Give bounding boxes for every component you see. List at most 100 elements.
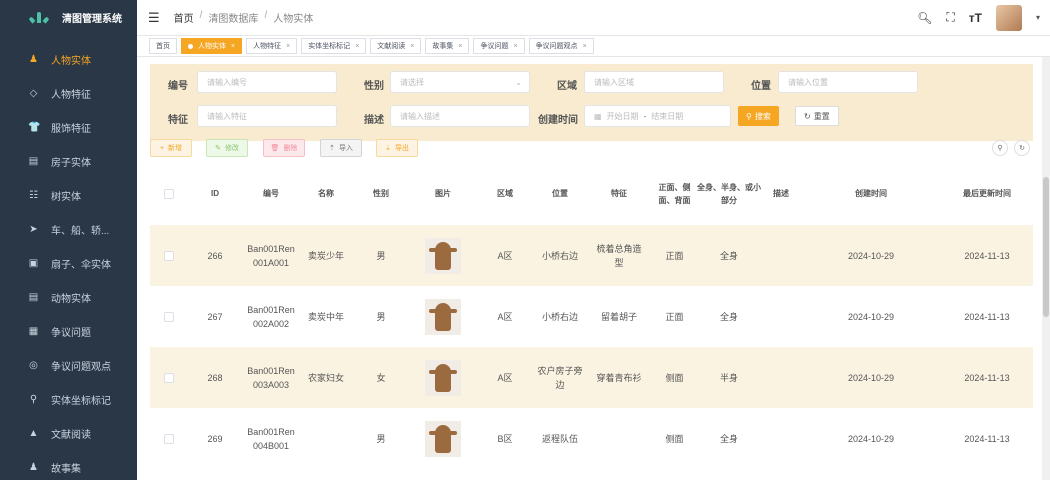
- cell-id-text: 269: [207, 433, 223, 444]
- cell-id-text: 266: [207, 250, 223, 261]
- sidebar-item[interactable]: ▲ 文献阅读: [0, 416, 137, 450]
- tag-item[interactable]: 故事集 ×: [425, 38, 470, 54]
- import-button[interactable]: ⇡ 导入: [320, 139, 362, 157]
- search-icon[interactable]: 🔍︎: [917, 11, 932, 25]
- header-image[interactable]: 图片: [410, 187, 476, 200]
- gender-select[interactable]: 请选择 ⌄: [390, 71, 530, 93]
- sidebar-item-label: 车、船、轿...: [51, 225, 110, 237]
- tag-item[interactable]: 首页: [149, 38, 177, 54]
- font-size-icon[interactable]: тT: [969, 11, 982, 25]
- row-checkbox[interactable]: [164, 311, 174, 322]
- header-gender[interactable]: 性别: [352, 187, 410, 200]
- row-checkbox[interactable]: [164, 372, 174, 383]
- header-desc[interactable]: 描述: [761, 187, 801, 200]
- tag-label: 首页: [156, 43, 170, 50]
- header-name[interactable]: 名称: [300, 187, 352, 200]
- fullscreen-icon[interactable]: ⛶: [946, 10, 954, 25]
- header-body[interactable]: 全身、半身、或小部分: [697, 181, 761, 207]
- chevron-down-icon: ⌄: [515, 77, 522, 87]
- header-updated[interactable]: 最后更新时间: [941, 187, 1033, 200]
- table-row[interactable]: 268 Ban001Ren003A003 农家妇女 女 A区 农户房子旁边 穿着青布衫 侧面 半…: [150, 347, 1033, 408]
- cell-code-text: Ban001Ren003A003: [247, 365, 295, 390]
- close-icon[interactable]: ×: [458, 43, 462, 50]
- sidebar-item[interactable]: ♟ 故事集: [0, 450, 137, 480]
- figure-thumbnail[interactable]: [425, 237, 461, 274]
- tag-item[interactable]: 争议问题 ×: [473, 38, 525, 54]
- avatar[interactable]: [995, 4, 1022, 31]
- close-icon[interactable]: ×: [583, 43, 587, 50]
- close-icon[interactable]: ×: [286, 43, 290, 50]
- close-icon[interactable]: ×: [513, 43, 517, 50]
- desc-input[interactable]: 请输入描述: [390, 105, 530, 127]
- row-checkbox[interactable]: [164, 250, 174, 261]
- cell-created: 2024-10-29: [801, 371, 941, 385]
- row-checkbox[interactable]: [164, 433, 174, 444]
- close-icon[interactable]: ×: [410, 43, 414, 50]
- top-bar: ☰ 首页 / 清图数据库 / 人物实体 🔍︎ ⛶ тT ▾: [137, 0, 1050, 35]
- sidebar-item[interactable]: ▦ 争议问题: [0, 314, 137, 348]
- header-area[interactable]: 区域: [476, 187, 534, 200]
- sidebar-item[interactable]: ▤ 动物实体: [0, 280, 137, 314]
- tag-item[interactable]: 人物特征 ×: [246, 38, 298, 54]
- feature-input[interactable]: 请输入特征: [197, 105, 337, 127]
- sidebar-item-label: 实体坐标标记: [51, 395, 111, 407]
- close-icon[interactable]: ×: [231, 43, 235, 50]
- delete-button[interactable]: 🗑︎ 删除: [263, 139, 305, 157]
- sidebar-item[interactable]: ▣ 扇子、伞实体: [0, 246, 137, 280]
- figure-thumbnail[interactable]: [425, 420, 461, 457]
- add-button[interactable]: + 新增: [150, 139, 192, 157]
- search-button[interactable]: ⚲ 搜索: [738, 106, 779, 126]
- close-icon[interactable]: ×: [355, 43, 359, 50]
- breadcrumb-separator: /: [199, 10, 203, 21]
- story-icon: ♟: [29, 461, 38, 473]
- sidebar-item[interactable]: ▤ 房子实体: [0, 144, 137, 178]
- scrollbar-thumb[interactable]: [1043, 177, 1049, 317]
- header-id[interactable]: ID: [188, 187, 242, 200]
- cell-updated-text: 2024-11-13: [964, 372, 1010, 383]
- tag-item[interactable]: 人物实体 ×: [181, 38, 243, 54]
- chevron-down-icon[interactable]: ▾: [1036, 13, 1040, 22]
- toggle-search-icon[interactable]: ⚲: [992, 140, 1008, 156]
- position-input[interactable]: 请输入位置: [778, 71, 918, 93]
- tag-item[interactable]: 实体坐标标记 ×: [301, 38, 367, 54]
- refresh-icon[interactable]: ↻: [1014, 140, 1030, 156]
- cell-created-text: 2024-10-29: [847, 311, 895, 322]
- sidebar-item[interactable]: ♟ 人物实体: [0, 42, 137, 76]
- header-feature[interactable]: 特征: [586, 187, 652, 200]
- header-created[interactable]: 创建时间: [801, 187, 941, 200]
- select-all-checkbox[interactable]: [164, 188, 174, 199]
- date-range-picker[interactable]: ▦ 开始日期 - 结束日期: [584, 105, 731, 127]
- table-body: 266 Ban001Ren001A001 卖炭少年男 A区 小桥右边 梳着总角造型 正面 全身…: [150, 225, 1033, 469]
- page-scrollbar[interactable]: [1042, 57, 1050, 480]
- header-code[interactable]: 编号: [242, 187, 300, 200]
- figure-thumbnail[interactable]: [425, 359, 461, 396]
- export-button[interactable]: ⇣ 导出: [376, 139, 418, 157]
- sidebar-item[interactable]: ➤ 车、船、轿...: [0, 212, 137, 246]
- cell-facing-text: 侧面: [665, 433, 684, 444]
- tag-item[interactable]: 文献阅读 ×: [370, 38, 422, 54]
- figure-thumbnail[interactable]: [425, 298, 461, 335]
- table-row[interactable]: 267 Ban001Ren002A002 卖炭中年 男 A区 小桥右边 留着胡子 正面 全身 20…: [150, 286, 1033, 347]
- tag-label: 文献阅读: [377, 43, 406, 50]
- menu-toggle-icon[interactable]: ☰: [148, 10, 160, 26]
- sidebar-item[interactable]: 👕 服饰特征: [0, 110, 137, 144]
- header-position[interactable]: 位置: [534, 187, 586, 200]
- cell-feature-text: 留着胡子: [600, 311, 637, 322]
- tag-item[interactable]: 争议问题观点 ×: [528, 38, 594, 54]
- sidebar-item[interactable]: ⚲ 实体坐标标记: [0, 382, 137, 416]
- header-facing[interactable]: 正面、侧面、背面: [652, 181, 697, 207]
- sidebar-item[interactable]: ◇ 人物特征: [0, 76, 137, 110]
- code-input[interactable]: 请输入编号: [197, 71, 337, 93]
- edit-button[interactable]: ✎ 修改: [206, 139, 248, 157]
- sidebar-item[interactable]: ◎ 争议问题观点: [0, 348, 137, 382]
- cell-facing: 正面: [652, 249, 697, 263]
- area-input[interactable]: 请输入区域: [584, 71, 724, 93]
- cell-body: 全身: [697, 432, 761, 446]
- cell-code: Ban001Ren003A003: [242, 364, 300, 392]
- breadcrumb-home[interactable]: 首页: [174, 10, 194, 25]
- cell-body-text: 半身: [719, 372, 738, 383]
- sidebar-item[interactable]: ☷ 树实体: [0, 178, 137, 212]
- table-row[interactable]: 269 Ban001Ren004B001 男 B区 返程队伍 侧面 全身 2024-10-29…: [150, 408, 1033, 469]
- reset-button[interactable]: ↻ 重置: [795, 106, 839, 126]
- table-row[interactable]: 266 Ban001Ren001A001 卖炭少年 男 A区 小桥右边 梳着总角造型 正面 全身…: [150, 225, 1033, 286]
